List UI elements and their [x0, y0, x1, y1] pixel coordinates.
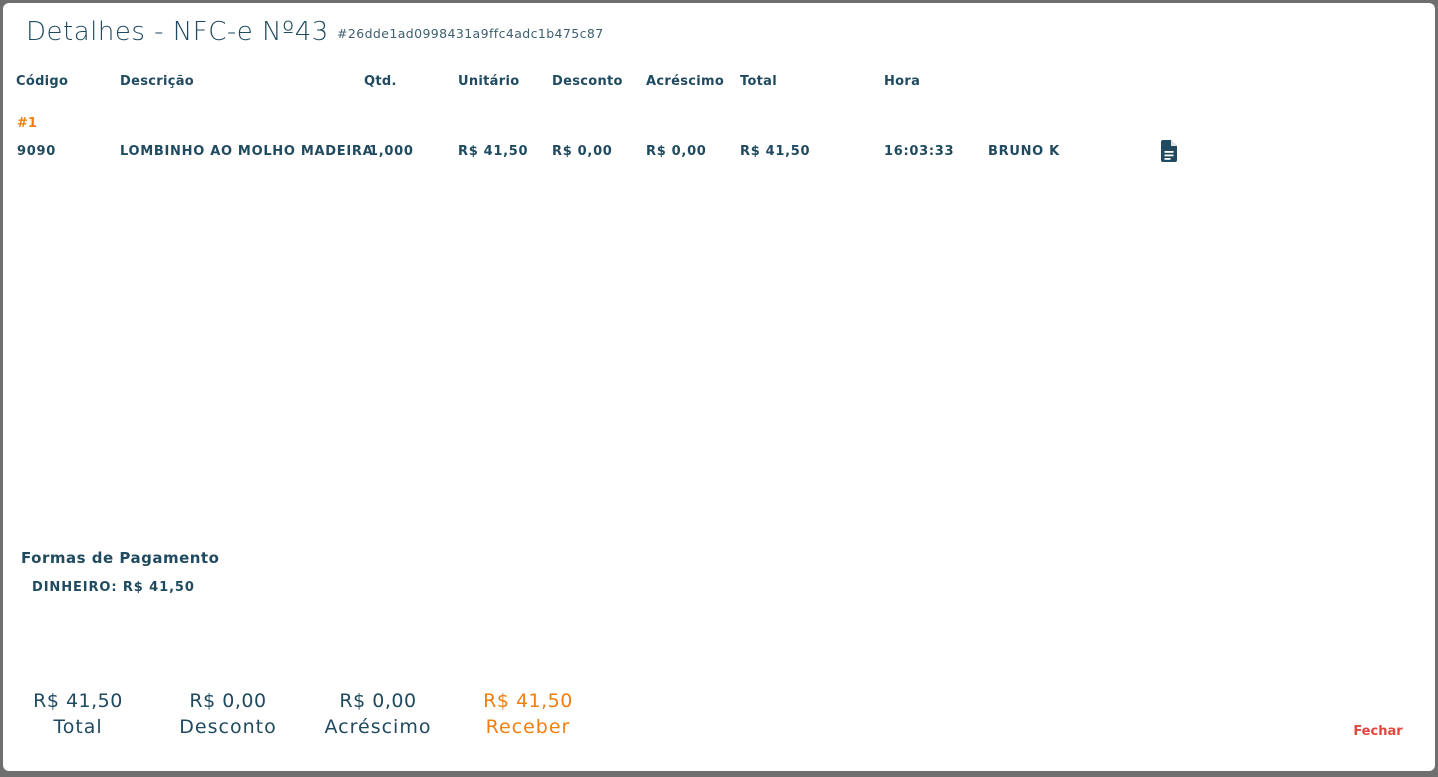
item-acrescimo: R$ 0,00: [646, 144, 707, 159]
header-descricao: Descrição: [120, 74, 195, 89]
summary-desconto-label: Desconto: [179, 716, 277, 738]
item-codigo: 9090: [17, 144, 56, 159]
item-desconto: R$ 0,00: [552, 144, 613, 159]
item-usuario: BRUNO K: [988, 144, 1060, 159]
summary-desconto: R$ 0,00 Desconto: [153, 689, 303, 741]
modal-title: Detalhes - NFC-e Nº43: [26, 17, 329, 47]
header-unitario: Unitário: [458, 74, 520, 89]
summary-total-label: Total: [53, 716, 103, 738]
nfce-hash: #26dde1ad0998431a9ffc4adc1b475c87: [337, 26, 604, 41]
item-unitario: R$ 41,50: [458, 144, 529, 159]
header-total: Total: [740, 74, 778, 89]
summary-receber-label: Receber: [485, 716, 571, 738]
item-hora: 16:03:33: [884, 144, 955, 159]
summary-total-value: R$ 41,50: [33, 690, 123, 712]
item-descricao: LOMBINHO AO MOLHO MADEIRA: [120, 144, 374, 159]
header-qtd: Qtd.: [364, 74, 397, 89]
summary-acrescimo: R$ 0,00 Acréscimo: [303, 689, 453, 741]
file-text-icon[interactable]: [1159, 140, 1179, 162]
header-hora: Hora: [884, 74, 921, 89]
summary-acrescimo-value: R$ 0,00: [339, 690, 417, 712]
item-qtd: 1,000: [369, 144, 414, 159]
header-desconto: Desconto: [552, 74, 623, 89]
summary-acrescimo-label: Acréscimo: [324, 716, 432, 738]
header-codigo: Código: [16, 74, 69, 89]
summary-receber: R$ 41,50 Receber: [453, 689, 603, 741]
nfce-details-modal: Detalhes - NFC-e Nº43 #26dde1ad0998431a9…: [3, 3, 1435, 771]
payment-methods-title: Formas de Pagamento: [21, 549, 220, 567]
summary-desconto-value: R$ 0,00: [189, 690, 267, 712]
header-acrescimo: Acréscimo: [646, 74, 725, 89]
item-sequence: #1: [17, 116, 37, 131]
payment-item: DINHEIRO: R$ 41,50: [32, 580, 195, 595]
summary-total: R$ 41,50 Total: [3, 689, 153, 741]
summary-receber-value: R$ 41,50: [483, 690, 573, 712]
close-button[interactable]: Fechar: [1343, 721, 1413, 741]
item-total: R$ 41,50: [740, 144, 811, 159]
